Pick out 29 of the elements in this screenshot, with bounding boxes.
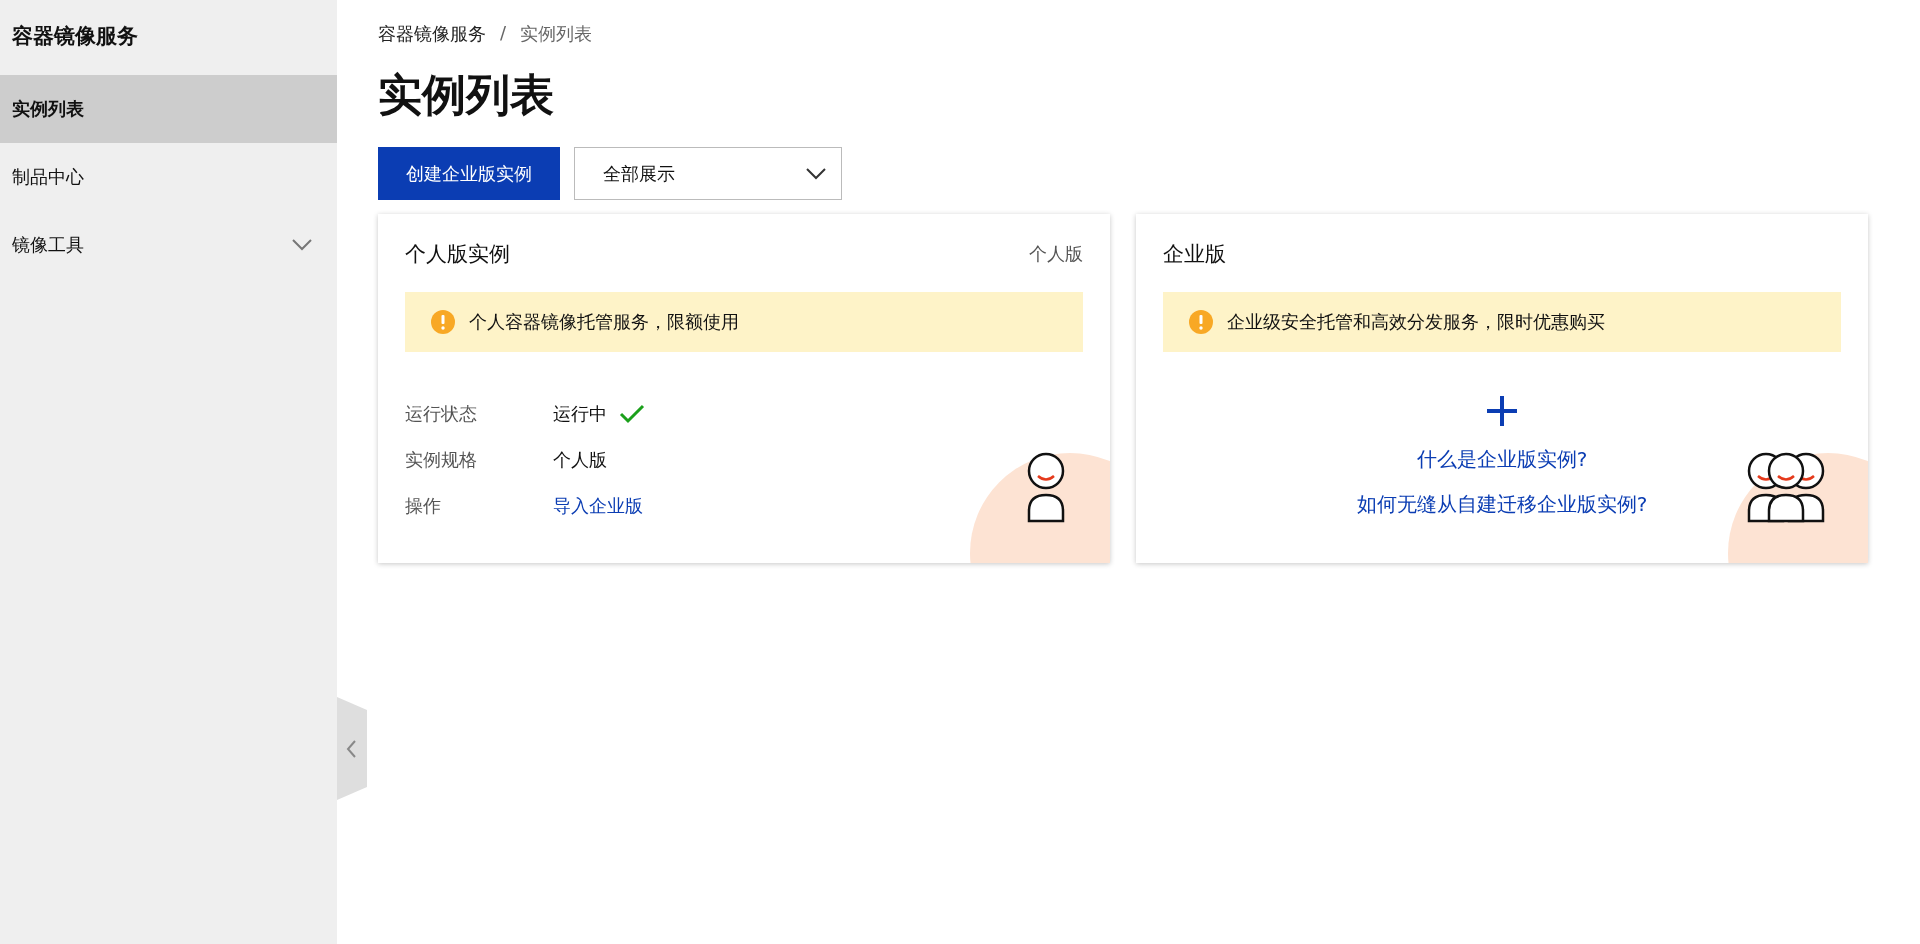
card-title: 个人版实例 [405, 241, 510, 268]
sidebar-item[interactable]: 制品中心 [0, 143, 337, 211]
card-title: 企业版 [1163, 241, 1226, 268]
chevron-icon [291, 238, 313, 252]
plus-icon[interactable] [1485, 394, 1519, 428]
help-link[interactable]: 什么是企业版实例? [1416, 446, 1588, 473]
notice-text: 企业级安全托管和高效分发服务，限时优惠购买 [1227, 310, 1605, 334]
collapse-handle[interactable] [337, 697, 367, 800]
breadcrumb-current: 实例列表 [520, 22, 593, 46]
field-value: 运行中 [553, 402, 607, 426]
field-label: 操作 [405, 494, 442, 518]
warning-icon [1189, 310, 1213, 334]
page-title: 实例列表 [378, 68, 555, 122]
sidebar-title: 容器镜像服务 [11, 23, 139, 50]
import-link[interactable]: 导入企业版 [553, 494, 643, 518]
field-value: 个人版 [553, 448, 607, 472]
sidebar-item[interactable]: 镜像工具 [0, 211, 337, 279]
field-label: 运行状态 [405, 402, 478, 426]
warning-icon [431, 310, 455, 334]
field-label: 实例规格 [405, 448, 478, 472]
help-link[interactable]: 如何无缝从自建迁移企业版实例? [1356, 491, 1648, 518]
create-instance-button[interactable]: 创建企业版实例 [378, 147, 560, 200]
filter-dropdown[interactable]: 全部展示 [574, 147, 842, 200]
edition-label: 个人版 [1029, 242, 1083, 266]
sidebar-item[interactable]: 实例列表 [0, 75, 337, 143]
breadcrumb-link[interactable]: 容器镜像服务 [378, 22, 486, 46]
notice-text: 个人容器镜像托管服务，限额使用 [469, 310, 739, 334]
breadcrumb-separator: / [500, 22, 507, 45]
chevron-icon [805, 166, 827, 181]
